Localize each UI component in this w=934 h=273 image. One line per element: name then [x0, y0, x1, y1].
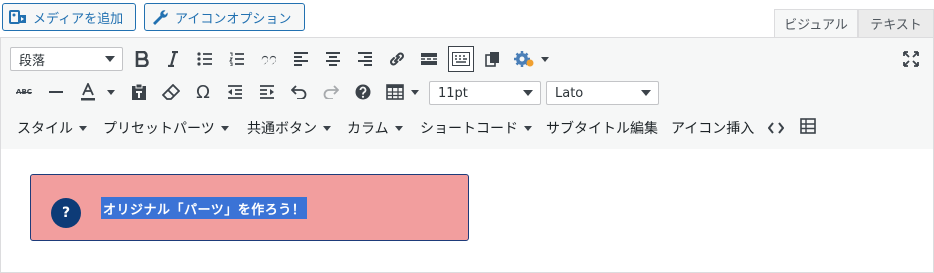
icon-options-button[interactable]: アイコンオプション [144, 3, 305, 31]
font-family-select[interactable]: Lato [546, 81, 659, 105]
code-icon[interactable] [763, 115, 789, 141]
tab-text-label: テキスト [870, 18, 922, 33]
numbered-list-icon[interactable] [224, 46, 250, 72]
align-left-icon[interactable] [288, 46, 314, 72]
chevron-down-icon [323, 125, 331, 131]
blockquote-icon[interactable] [256, 46, 282, 72]
format-select[interactable]: 段落 [10, 47, 123, 71]
chevron-down-icon [105, 56, 115, 62]
help-icon[interactable] [350, 79, 376, 105]
menu-style[interactable]: スタイル [17, 118, 87, 138]
table-grid-icon[interactable] [795, 113, 821, 139]
chevron-down-icon [523, 90, 533, 96]
fullscreen-icon[interactable] [898, 46, 924, 72]
align-center-icon[interactable] [320, 46, 346, 72]
editor-top-bar: メディアを追加 アイコンオプション ビジュアル テキスト [0, 0, 934, 38]
gear-icon[interactable] [511, 46, 537, 72]
bold-icon[interactable] [129, 46, 155, 72]
italic-icon[interactable] [160, 46, 186, 72]
align-right-icon[interactable] [352, 46, 378, 72]
text-color-icon[interactable] [75, 79, 101, 105]
add-media-label: メディアを追加 [33, 11, 124, 27]
callout-text[interactable]: オリジナル「パーツ」を作ろう！ [101, 197, 308, 219]
callout-box[interactable]: ? オリジナル「パーツ」を作ろう！ [30, 174, 469, 241]
redo-icon[interactable] [318, 79, 344, 105]
menu-shortcode-label: ショートコード [420, 121, 518, 137]
clear-formatting-icon[interactable] [158, 79, 184, 105]
chevron-down-icon [79, 125, 87, 131]
bullet-list-icon[interactable] [192, 46, 218, 72]
indent-icon[interactable] [254, 79, 280, 105]
font-family-value: Lato [555, 85, 584, 101]
wrench-icon [151, 9, 169, 25]
media-icon [9, 9, 27, 25]
menu-shortcode[interactable]: ショートコード [420, 118, 532, 138]
chevron-down-icon [524, 125, 532, 131]
font-size-value: 11pt [438, 85, 468, 101]
special-character-icon[interactable]: Ω [190, 79, 216, 105]
menu-preset-parts[interactable]: プリセットパーツ [103, 118, 229, 138]
horizontal-line-icon[interactable] [43, 79, 69, 105]
question-icon: ? [51, 198, 81, 228]
menu-column-label: カラム [347, 121, 389, 137]
copy-icon[interactable] [480, 46, 506, 72]
menu-subtitle-edit[interactable]: サブタイトル編集 [546, 118, 658, 138]
editor-toolbar: 段落 ABC Ω 11pt Lato スタイル プリセットパーツ 共通ボタン カ… [1, 38, 933, 150]
strikethrough-label: ABC [16, 88, 32, 96]
menu-preset-parts-label: プリセットパーツ [103, 121, 215, 137]
chevron-down-icon [220, 125, 229, 131]
omega-label: Ω [196, 81, 210, 103]
editor: 段落 ABC Ω 11pt Lato スタイル プリセットパーツ 共通ボタン カ… [0, 37, 934, 273]
undo-icon[interactable] [286, 79, 312, 105]
menu-icon-insert-label: アイコン挿入 [671, 121, 755, 137]
menu-icon-insert[interactable]: アイコン挿入 [671, 118, 754, 138]
keyboard-toggle-icon[interactable] [448, 46, 474, 72]
link-icon[interactable] [384, 46, 410, 72]
read-more-icon[interactable] [416, 46, 442, 72]
menu-common-buttons-label: 共通ボタン [247, 121, 317, 137]
font-size-select[interactable]: 11pt [429, 81, 541, 105]
tab-text[interactable]: テキスト [858, 9, 934, 38]
outdent-icon[interactable] [222, 79, 248, 105]
tab-visual[interactable]: ビジュアル [774, 9, 858, 38]
add-media-button[interactable]: メディアを追加 [2, 3, 136, 31]
chevron-down-icon [641, 90, 651, 96]
chevron-down-icon[interactable] [411, 90, 419, 95]
chevron-down-icon [541, 57, 549, 62]
question-mark: ? [61, 205, 71, 221]
menu-column[interactable]: カラム [347, 118, 403, 138]
menu-style-label: スタイル [17, 121, 73, 137]
table-icon[interactable] [382, 79, 408, 105]
strikethrough-icon[interactable]: ABC [11, 79, 37, 105]
chevron-down-icon[interactable] [107, 90, 115, 95]
menu-subtitle-edit-label: サブタイトル編集 [546, 121, 658, 137]
menu-common-buttons[interactable]: 共通ボタン [247, 118, 331, 138]
tab-visual-label: ビジュアル [784, 18, 848, 33]
chevron-down-icon [394, 125, 403, 131]
format-select-value: 段落 [19, 53, 46, 69]
paste-text-icon[interactable] [126, 79, 152, 105]
editor-content[interactable]: ? オリジナル「パーツ」を作ろう！ [1, 149, 933, 272]
icon-options-label: アイコンオプション [175, 11, 292, 27]
